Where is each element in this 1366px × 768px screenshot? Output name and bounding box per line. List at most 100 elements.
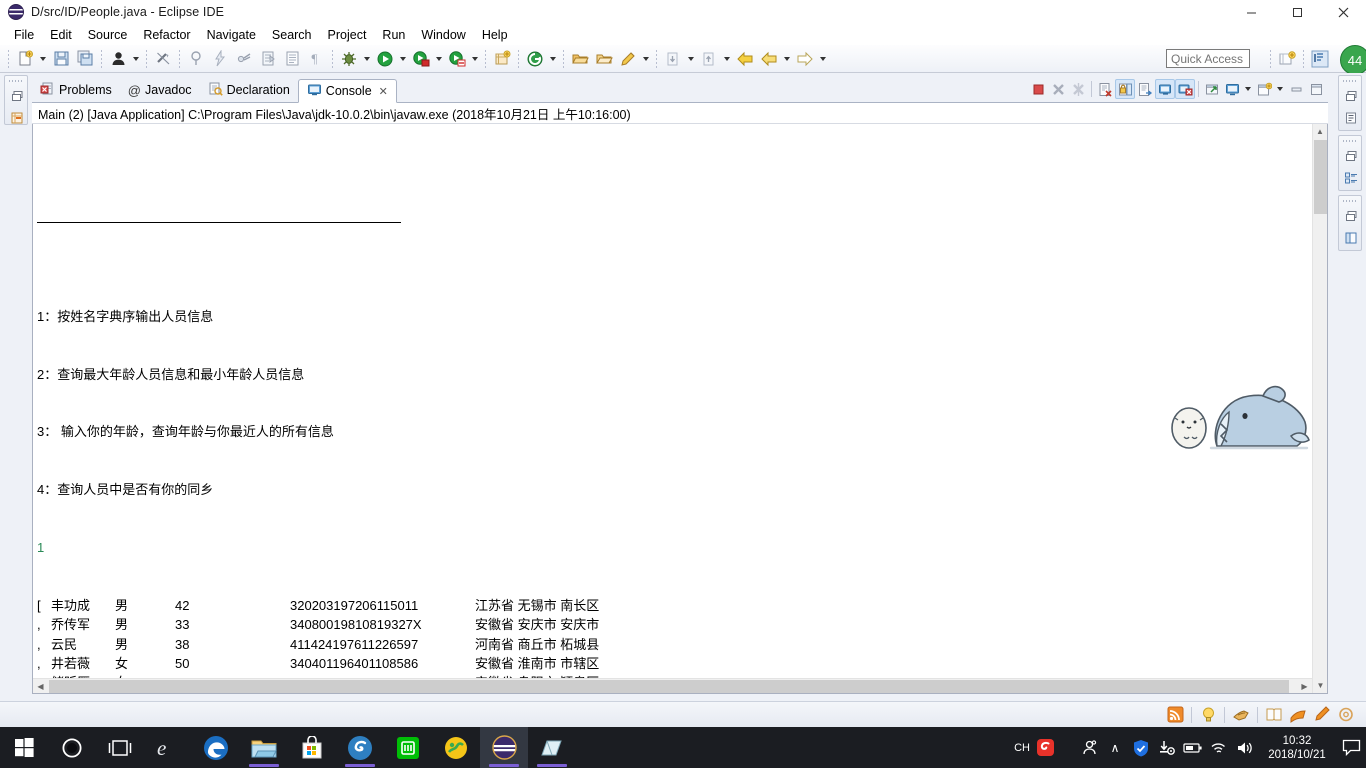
- search-icon[interactable]: [524, 48, 546, 70]
- battery-icon[interactable]: [1180, 727, 1206, 768]
- task-list-icon[interactable]: [1339, 167, 1363, 189]
- back-history-icon[interactable]: [758, 48, 780, 70]
- maximize-icon[interactable]: [1306, 79, 1326, 99]
- console-horizontal-scrollbar[interactable]: ◀ ▶: [33, 678, 1312, 693]
- person-dropdown-icon[interactable]: [130, 48, 142, 70]
- restore-icon[interactable]: [1339, 85, 1363, 107]
- restore-icon[interactable]: [1339, 145, 1363, 167]
- hand-icon[interactable]: [1231, 705, 1251, 725]
- remove-all-terminated-icon[interactable]: [1068, 79, 1088, 99]
- new-java-project-icon[interactable]: [491, 48, 513, 70]
- menu-project[interactable]: Project: [320, 26, 375, 44]
- wifi-icon[interactable]: [1206, 727, 1232, 768]
- open-console-menu-icon[interactable]: [1274, 78, 1286, 100]
- minimize-icon[interactable]: [1286, 79, 1306, 99]
- app-button[interactable]: [432, 727, 480, 768]
- clear-console-icon[interactable]: [1095, 79, 1115, 99]
- new-file-icon[interactable]: [14, 48, 36, 70]
- skip-breakpoints-icon[interactable]: [209, 48, 231, 70]
- run-external-icon[interactable]: [446, 48, 468, 70]
- tab-console[interactable]: Console ✕: [297, 79, 397, 103]
- pin-console-icon[interactable]: [1202, 79, 1222, 99]
- run-icon[interactable]: [374, 48, 396, 70]
- stack-grip[interactable]: [5, 76, 27, 85]
- close-button[interactable]: [1320, 0, 1366, 24]
- show-console-on-error-icon[interactable]: [1175, 79, 1195, 99]
- edit-icon[interactable]: [617, 48, 639, 70]
- display-selected-console-icon[interactable]: [1222, 79, 1242, 99]
- internet-explorer-button[interactable]: e: [144, 727, 192, 768]
- forward-icon[interactable]: [794, 48, 816, 70]
- run-last-tool-icon[interactable]: [410, 48, 432, 70]
- console-output-area[interactable]: 1：按姓名字典序输出人员信息 2：查询最大年龄人员信息和最小年龄人员信息 3： …: [32, 124, 1328, 694]
- shield-icon[interactable]: [1128, 727, 1154, 768]
- eclipse-taskbar-button[interactable]: [480, 727, 528, 768]
- link-icon[interactable]: [233, 48, 255, 70]
- maximize-button[interactable]: [1274, 0, 1320, 24]
- open-perspective-icon[interactable]: [1276, 48, 1298, 70]
- menu-edit[interactable]: Edit: [42, 26, 80, 44]
- search-button[interactable]: [48, 727, 96, 768]
- display-selected-console-menu-icon[interactable]: [1242, 78, 1254, 100]
- horizontal-scroll-thumb[interactable]: [49, 680, 1289, 693]
- bookmark-icon[interactable]: [1288, 705, 1308, 725]
- open-type-icon[interactable]: [569, 48, 591, 70]
- stack-grip[interactable]: [1339, 136, 1361, 145]
- menu-window[interactable]: Window: [413, 26, 473, 44]
- vertical-scroll-thumb[interactable]: [1314, 140, 1327, 214]
- remove-launch-icon[interactable]: [1048, 79, 1068, 99]
- chevron-up-icon[interactable]: ∧: [1102, 727, 1128, 768]
- templates-view-icon[interactable]: [1339, 227, 1363, 249]
- perspective-badge-wrap[interactable]: 44: [1336, 45, 1366, 75]
- console-icon[interactable]: [281, 48, 303, 70]
- book-icon[interactable]: [1264, 705, 1284, 725]
- scroll-up-button[interactable]: ▲: [1313, 124, 1327, 139]
- new-file-dropdown-icon[interactable]: [37, 48, 49, 70]
- notification-icon[interactable]: [1336, 727, 1366, 768]
- external-tools-icon[interactable]: [257, 48, 279, 70]
- menu-search[interactable]: Search: [264, 26, 320, 44]
- close-icon[interactable]: ✕: [379, 85, 388, 98]
- edge-button[interactable]: [192, 727, 240, 768]
- menu-refactor[interactable]: Refactor: [135, 26, 198, 44]
- stack-grip[interactable]: [1339, 76, 1361, 85]
- scroll-lock-icon[interactable]: [1115, 79, 1135, 99]
- edit-dropdown-icon[interactable]: [640, 48, 652, 70]
- back-icon[interactable]: [734, 48, 756, 70]
- rss-icon[interactable]: [1165, 705, 1185, 725]
- gear-icon[interactable]: [1336, 705, 1356, 725]
- tip-icon[interactable]: [1198, 705, 1218, 725]
- task-view-button[interactable]: [96, 727, 144, 768]
- menu-run[interactable]: Run: [374, 26, 413, 44]
- open-task-icon[interactable]: [593, 48, 615, 70]
- download-settings-icon[interactable]: [1154, 727, 1180, 768]
- previous-annotation-icon[interactable]: [698, 48, 720, 70]
- sogou-pinyin-icon[interactable]: [1032, 727, 1058, 768]
- terminate-icon[interactable]: [1028, 79, 1048, 99]
- ime-indicator[interactable]: CH: [1012, 742, 1032, 754]
- run-external-dropdown-icon[interactable]: [469, 48, 481, 70]
- run-dropdown-icon[interactable]: [397, 48, 409, 70]
- show-console-on-output-icon[interactable]: [1155, 79, 1175, 99]
- back-dropdown-icon[interactable]: [781, 48, 793, 70]
- pilcrow-icon[interactable]: ¶: [305, 48, 327, 70]
- open-console-icon[interactable]: [1254, 79, 1274, 99]
- menu-help[interactable]: Help: [474, 26, 516, 44]
- outline-view-icon[interactable]: [1339, 107, 1363, 129]
- tab-javadoc[interactable]: @ Javadoc: [120, 78, 200, 102]
- console-vertical-scrollbar[interactable]: ▲ ▼: [1312, 124, 1327, 693]
- scroll-right-button[interactable]: ▶: [1297, 679, 1312, 693]
- word-wrap-icon[interactable]: [1135, 79, 1155, 99]
- taskbar-clock[interactable]: 10:32 2018/10/21: [1258, 734, 1336, 762]
- qiyi-button[interactable]: [384, 727, 432, 768]
- forward-dropdown-icon[interactable]: [817, 48, 829, 70]
- menu-source[interactable]: Source: [80, 26, 136, 44]
- search-dropdown-icon[interactable]: [547, 48, 559, 70]
- save-icon[interactable]: [50, 48, 72, 70]
- scroll-left-button[interactable]: ◀: [33, 679, 48, 693]
- debug-icon[interactable]: [338, 48, 360, 70]
- minimize-button[interactable]: [1228, 0, 1274, 24]
- toggle-mark-occurrences-icon[interactable]: [152, 48, 174, 70]
- pin-icon[interactable]: [185, 48, 207, 70]
- pencil-icon[interactable]: [1312, 705, 1332, 725]
